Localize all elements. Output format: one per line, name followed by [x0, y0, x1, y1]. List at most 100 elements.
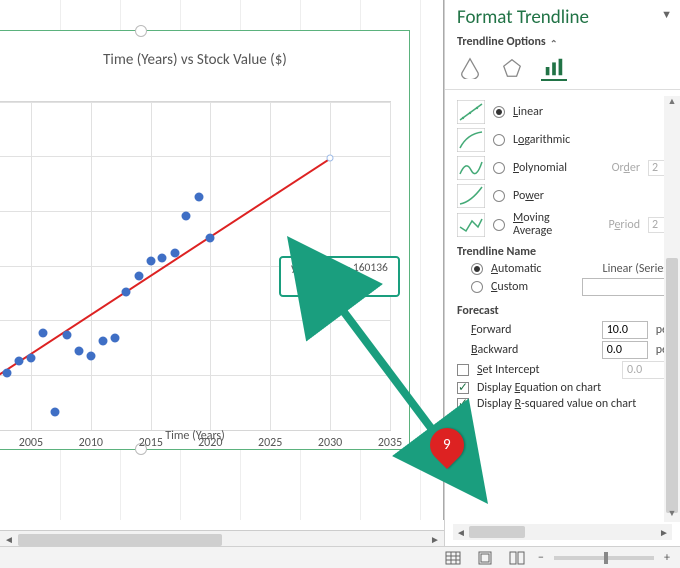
period-label: Period	[608, 218, 640, 232]
page-layout-view-icon[interactable]	[474, 549, 496, 567]
linear-icon	[457, 100, 485, 124]
section-trendline-name: Trendline Name	[457, 245, 668, 259]
trendtype-power[interactable]: Power	[457, 184, 668, 208]
set-intercept-input	[622, 361, 668, 379]
set-intercept-label: Set Intercept	[477, 363, 540, 377]
trendline-endpoint	[327, 154, 334, 161]
data-point[interactable]	[122, 288, 131, 297]
zoom-out-button[interactable]: −	[538, 551, 544, 565]
radio-power[interactable]	[493, 190, 505, 202]
name-automatic[interactable]: Automatic Linear (Series	[457, 262, 668, 276]
set-intercept-checkbox[interactable]	[457, 364, 469, 376]
normal-view-icon[interactable]	[442, 549, 464, 567]
pane-horizontal-scrollbar[interactable]: ◄ ►	[453, 524, 672, 540]
pane-menu-chevron-icon[interactable]: ▼	[661, 8, 672, 21]
scroll-down-icon[interactable]: ▼	[664, 508, 680, 522]
trendtype-logarithmic[interactable]: Logarithmic	[457, 128, 668, 152]
scroll-thumb[interactable]	[18, 534, 222, 546]
trendtype-moving-average[interactable]: MovingAverage Period 2	[457, 212, 668, 237]
logarithmic-icon	[457, 128, 485, 152]
pane-hscroll-thumb[interactable]	[469, 526, 525, 538]
automatic-name-value: Linear (Series	[603, 262, 668, 276]
display-r2-checkbox[interactable]	[457, 398, 469, 410]
data-point[interactable]	[50, 407, 59, 416]
status-bar: − +	[0, 546, 680, 568]
format-trendline-pane: Format Trendline ▼ Trendline Options⌄ LL…	[444, 0, 680, 568]
display-equation-row[interactable]: Display Equation on chart	[457, 381, 668, 395]
data-point[interactable]	[3, 368, 12, 377]
custom-name-input[interactable]	[582, 278, 668, 296]
radio-logarithmic[interactable]	[493, 134, 505, 146]
label-automatic: Automatic	[491, 262, 541, 276]
chevron-down-icon: ⌄	[550, 37, 558, 48]
data-point[interactable]	[158, 253, 167, 262]
trendline-equation-label[interactable]: y = 80.468x - 160136 R² = 0.6945	[279, 256, 400, 297]
fill-line-tab-icon[interactable]	[457, 55, 483, 81]
spreadsheet-chart-area: Time (Years) vs Stock Value ($)	[0, 0, 444, 520]
data-point[interactable]	[170, 248, 179, 257]
radio-polynomial[interactable]	[493, 162, 505, 174]
zoom-slider[interactable]	[554, 556, 654, 560]
pane-scroll-thumb[interactable]	[666, 258, 678, 514]
name-custom[interactable]: Custom	[457, 278, 668, 296]
label-logarithmic: Logarithmic	[513, 133, 570, 147]
data-point[interactable]	[62, 330, 71, 339]
forward-label: Forward	[471, 323, 511, 337]
data-point[interactable]	[134, 271, 143, 280]
pane-body: LLinearinear Logarithmic Polynomial Orde…	[445, 96, 680, 522]
data-point[interactable]	[98, 336, 107, 345]
pane-subtitle[interactable]: Trendline Options⌄	[445, 29, 680, 53]
embedded-chart[interactable]: Time (Years) vs Stock Value ($)	[0, 30, 410, 450]
display-r2-row[interactable]: Display R-squared value on chart	[457, 397, 668, 411]
moving-average-icon	[457, 213, 485, 237]
set-intercept-row[interactable]: Set Intercept	[457, 361, 668, 379]
label-custom: Custom	[491, 280, 528, 294]
data-point[interactable]	[146, 257, 155, 266]
data-point[interactable]	[74, 347, 83, 356]
backward-input[interactable]	[602, 341, 648, 359]
radio-custom[interactable]	[471, 281, 483, 293]
data-point[interactable]	[182, 212, 191, 221]
label-polynomial: Polynomial	[513, 161, 567, 175]
display-equation-label: Display Equation on chart	[477, 381, 601, 395]
zoom-in-button[interactable]: +	[664, 551, 670, 565]
forecast-backward: Backward pe	[457, 341, 668, 359]
display-equation-checkbox[interactable]	[457, 382, 469, 394]
forward-input[interactable]	[602, 321, 648, 339]
radio-moving-average[interactable]	[493, 219, 505, 231]
trendtype-linear[interactable]: LLinearinear	[457, 100, 668, 124]
trend-r2: R² = 0.6945	[291, 277, 388, 293]
polynomial-icon	[457, 156, 485, 180]
radio-automatic[interactable]	[471, 263, 483, 275]
data-point[interactable]	[110, 334, 119, 343]
x-axis-label[interactable]: Time (Years)	[0, 429, 409, 443]
backward-label: Backward	[471, 343, 518, 357]
pane-title: Format Trendline	[445, 0, 680, 29]
trendline-options-tab-icon[interactable]	[541, 55, 567, 81]
label-linear: LLinearinear	[513, 105, 543, 119]
trend-equation: y = 80.468x - 160136	[291, 261, 388, 277]
trendtype-polynomial[interactable]: Polynomial Order 2	[457, 156, 668, 180]
data-point[interactable]	[86, 352, 95, 361]
pane-vertical-scrollbar[interactable]: ▲ ▼	[664, 96, 680, 522]
chart-title[interactable]: Time (Years) vs Stock Value ($)	[0, 31, 409, 75]
effects-tab-icon[interactable]	[499, 55, 525, 81]
label-power: Power	[513, 189, 544, 203]
scroll-up-icon[interactable]: ▲	[664, 96, 680, 110]
page-break-view-icon[interactable]	[506, 549, 528, 567]
order-label: Order	[612, 161, 640, 175]
data-point[interactable]	[38, 329, 47, 338]
pane-scroll-right[interactable]: ►	[656, 526, 672, 539]
zoom-knob[interactable]	[604, 552, 608, 564]
data-point[interactable]	[194, 193, 203, 202]
pane-scroll-left[interactable]: ◄	[453, 526, 469, 539]
display-r2-label: Display R-squared value on chart	[477, 397, 636, 411]
data-point[interactable]	[206, 234, 215, 243]
section-forecast: Forecast	[457, 304, 668, 318]
chart-resize-handle[interactable]	[135, 25, 147, 37]
radio-linear[interactable]	[493, 106, 505, 118]
forecast-forward: Forward pe	[457, 321, 668, 339]
data-point[interactable]	[26, 353, 35, 362]
label-moving-average: MovingAverage	[513, 212, 552, 237]
data-point[interactable]	[14, 357, 23, 366]
